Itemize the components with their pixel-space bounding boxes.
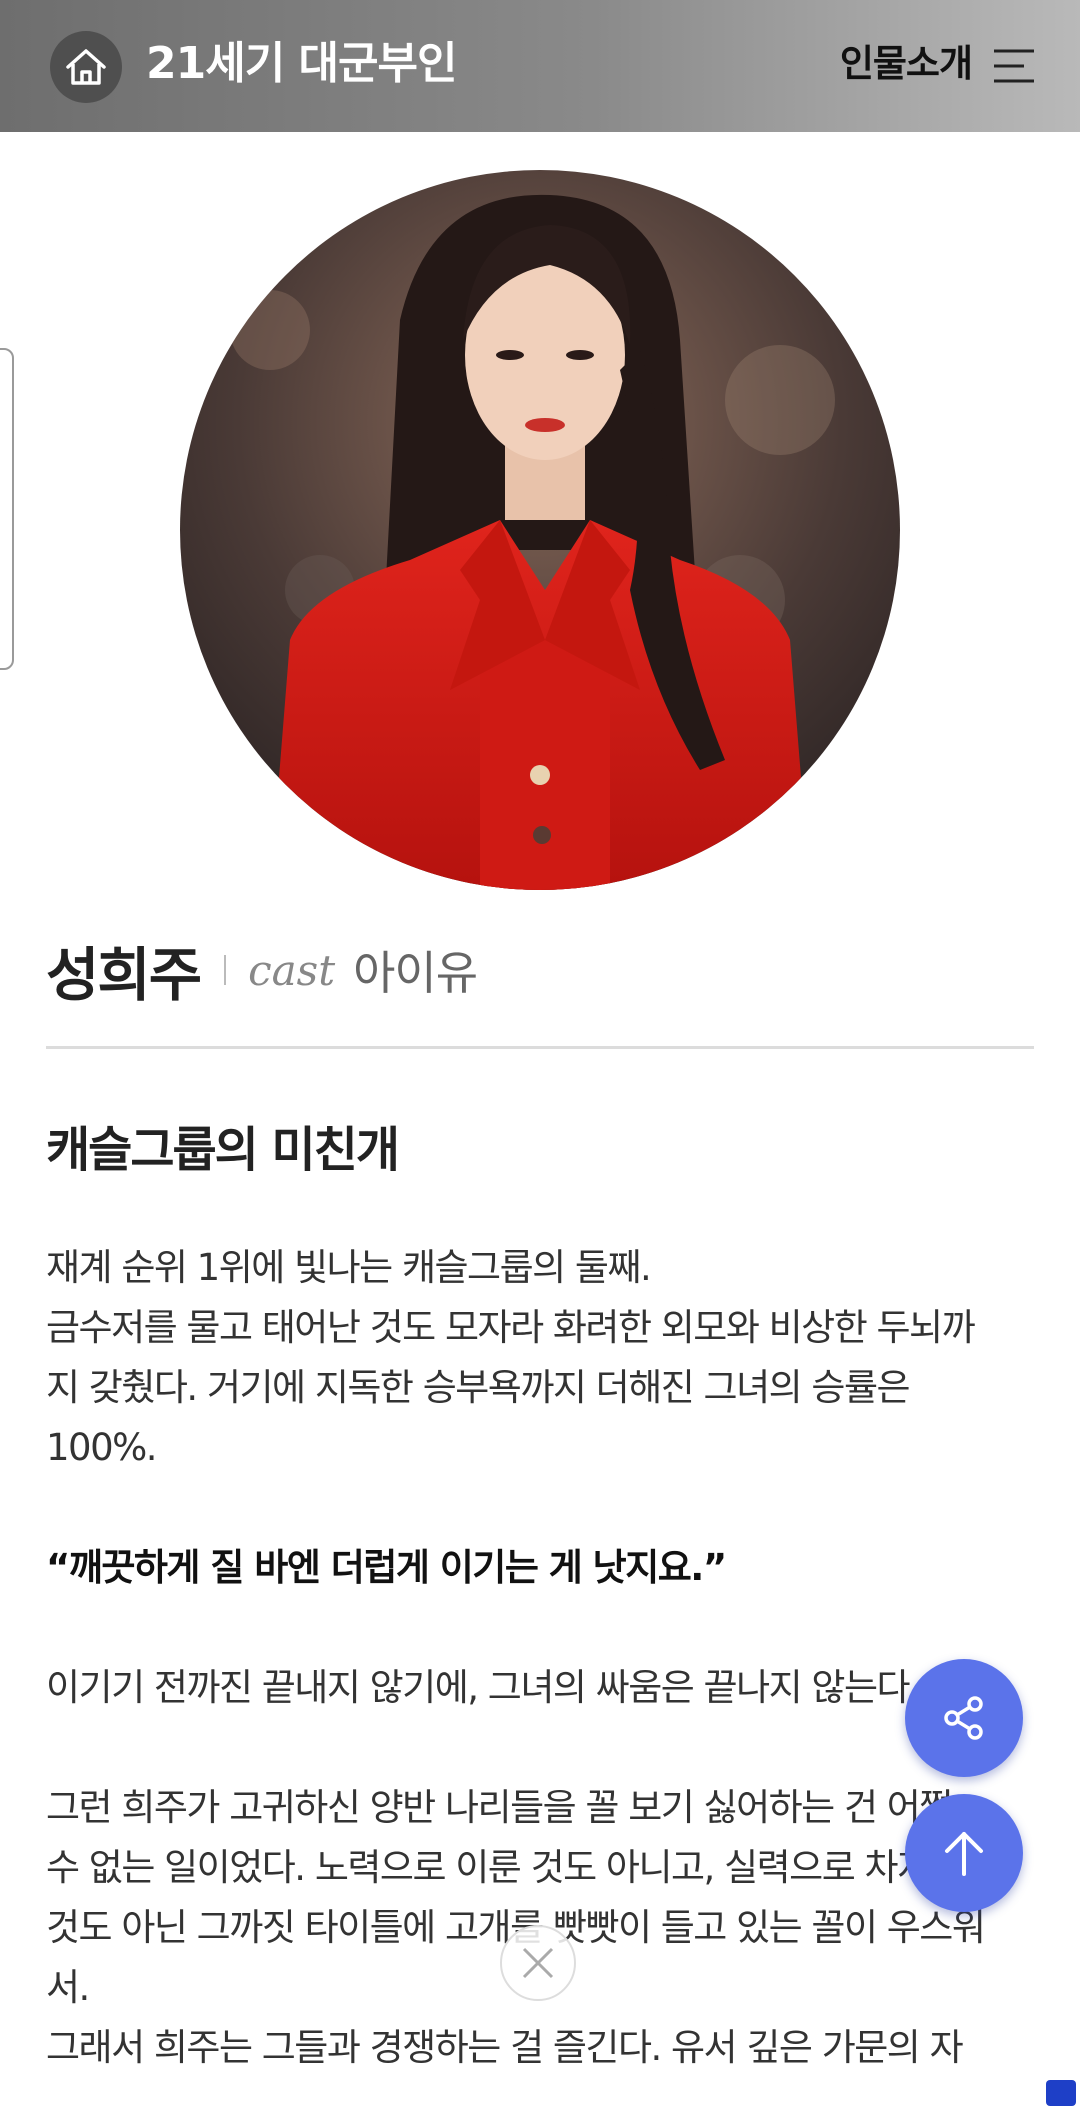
scroll-top-button[interactable] xyxy=(905,1794,1023,1912)
app-header: 21세기 대군부인 인물소개 xyxy=(0,0,1080,132)
ad-info-badge[interactable] xyxy=(1046,2080,1076,2106)
section-divider xyxy=(46,1046,1034,1049)
description-line: 금수저를 물고 태어난 것도 모자라 화려한 외모와 비상한 두뇌까 xyxy=(46,1306,976,1349)
cast-label: cast xyxy=(248,945,336,995)
character-portrait xyxy=(180,170,900,890)
home-icon xyxy=(66,49,106,85)
name-separator xyxy=(224,955,227,985)
description-line: 그런 희주가 고귀하신 양반 나리들을 꼴 보기 싫어하는 건 어쩔 xyxy=(46,1786,953,1829)
description-line: 그래서 희주는 그들과 경쟁하는 걸 즐긴다. 유서 깊은 가문의 자 xyxy=(46,2026,964,2069)
share-button[interactable] xyxy=(905,1659,1023,1777)
share-icon xyxy=(944,1696,983,1740)
character-name-row: 성희주 cast 아이유 xyxy=(46,930,478,1010)
ad-close-button[interactable] xyxy=(500,1925,576,2001)
hamburger-menu-icon[interactable] xyxy=(992,46,1036,86)
arrow-up-icon xyxy=(945,1832,983,1876)
section-title: 캐슬그룹의 미친개 xyxy=(46,1122,400,1178)
description-line: 재계 순위 1위에 빛나는 캐슬그룹의 둘째. xyxy=(46,1246,652,1289)
description-line: 지 갖췄다. 거기에 지독한 승부욕까지 더해진 그녀의 승률은 xyxy=(46,1366,911,1409)
character-name: 성희주 xyxy=(46,941,202,1009)
page-title: 21세기 대군부인 xyxy=(146,38,457,89)
actor-name: 아이유 xyxy=(353,946,478,1000)
description-line: 수 없는 일이었다. 노력으로 이룬 것도 아니고, 실력으로 차지한 xyxy=(46,1846,964,1889)
menu-label[interactable]: 인물소개 xyxy=(840,38,973,90)
side-drawer-handle[interactable] xyxy=(0,348,14,670)
description-line: 이기기 전까진 끝내지 않기에, 그녀의 싸움은 끝나지 않는다. xyxy=(46,1666,921,1709)
description-line: 100%. xyxy=(46,1426,158,1469)
home-button[interactable] xyxy=(50,31,122,103)
character-quote: “깨끗하게 질 바엔 더럽게 이기는 게 낫지요.” xyxy=(46,1546,727,1589)
close-icon xyxy=(522,1947,554,1979)
